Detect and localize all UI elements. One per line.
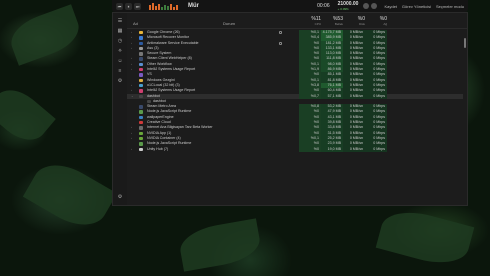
menu-item-save[interactable]: Kaydet [384, 4, 396, 9]
menu-icon[interactable]: ☰ [118, 18, 122, 24]
process-icon [139, 131, 143, 136]
background-leaf [177, 218, 263, 272]
task-manager-window: ☰ ▦ ◷ ⟡ ☺ ≡ ⚙ ⚙ Ad Durum %11 CPU %53 Bel… [112, 12, 468, 206]
process-icon [139, 115, 143, 120]
stock-widget: 21000.00 + 0.09% [338, 1, 359, 11]
expand-chevron-icon[interactable]: › [131, 147, 132, 152]
process-icon [139, 105, 143, 109]
equalizer-icon [149, 2, 178, 10]
history-icon[interactable]: ◷ [118, 38, 122, 44]
process-icon [139, 62, 143, 67]
network-value: 0 Mbps [365, 146, 387, 152]
background-leaf [5, 4, 85, 66]
cpu-value: %0 [299, 146, 321, 152]
process-icon [139, 126, 143, 130]
details-icon[interactable]: ≡ [119, 68, 122, 74]
process-icon [139, 31, 143, 35]
users-icon[interactable]: ☺ [117, 58, 122, 64]
scrollbar[interactable] [464, 38, 466, 48]
media-time: 00:06 [317, 3, 330, 9]
menu-item-task-manager[interactable]: Görev Yöneticisi [402, 4, 431, 9]
prev-icon[interactable]: ⏮ [116, 2, 123, 10]
process-icon [147, 99, 151, 104]
column-disk[interactable]: Disk [343, 22, 365, 26]
efficiency-mode-icon [279, 41, 282, 45]
process-icon [139, 89, 143, 93]
background-leaf [375, 204, 475, 271]
process-icon [139, 46, 143, 51]
process-icon [139, 78, 143, 83]
background-leaf [0, 80, 56, 150]
process-icon [139, 110, 143, 114]
window-menu: Kaydet Görev Yöneticisi Seçmeler modu [384, 4, 464, 9]
column-name[interactable]: Ad [133, 21, 138, 26]
table-row[interactable]: › Unity Hub (7) %0 19,0 MB 0 MB/sn 0 Mbps [127, 146, 463, 152]
process-icon [139, 73, 143, 77]
process-icon [139, 41, 143, 45]
process-icon [139, 94, 143, 98]
column-status[interactable]: Durum [223, 21, 235, 26]
sidebar: ☰ ▦ ◷ ⟡ ☺ ≡ ⚙ ⚙ [113, 13, 127, 205]
services-icon[interactable]: ⚙ [118, 78, 122, 84]
stock-change: + 0.09% [337, 7, 349, 11]
track-title: Mür [188, 3, 199, 9]
process-icon [139, 52, 143, 56]
grid-icon[interactable]: ▦ [118, 28, 123, 34]
memory-value: 19,0 MB [321, 146, 343, 152]
process-icon [139, 36, 143, 40]
process-name: Unity Hub (7) [147, 146, 169, 151]
process-icon [139, 136, 143, 141]
settings-icon[interactable]: ⚙ [118, 194, 122, 200]
efficiency-mode-icon [279, 31, 282, 34]
column-cpu[interactable]: CPU [299, 22, 321, 26]
avatar-icon[interactable] [371, 3, 378, 9]
avatar-icon[interactable] [363, 3, 370, 9]
disk-value: 0 MB/sn [343, 146, 365, 152]
next-icon[interactable]: ⏭ [134, 2, 141, 10]
process-icon [139, 121, 143, 125]
process-icon [139, 83, 143, 88]
background-leaf [22, 153, 118, 237]
process-list: › Google Chrome (26) %0,1 4.175,7 MB 0 MB/sn… [127, 30, 463, 205]
media-bar: ⏮ ⏸ ⏭ Mür 00:06 21000.00 + 0.09% Kaydet … [112, 0, 468, 12]
menu-item-efficiency-mode[interactable]: Seçmeler modu [436, 4, 464, 9]
pause-icon[interactable]: ⏸ [125, 2, 132, 10]
process-icon [139, 57, 143, 61]
process-icon [139, 147, 143, 151]
process-icon [139, 142, 143, 146]
column-memory[interactable]: Bellek [321, 22, 343, 26]
process-icon [139, 68, 143, 72]
column-network[interactable]: Ağ [365, 22, 387, 26]
table-header: Ad Durum %11 CPU %53 Bellek %0 Disk %0 A… [127, 13, 467, 29]
startup-icon[interactable]: ⟡ [118, 48, 121, 54]
